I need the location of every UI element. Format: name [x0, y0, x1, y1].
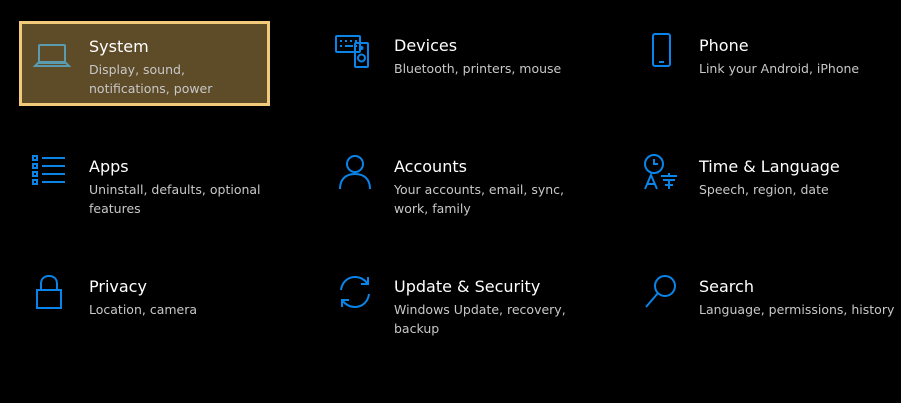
list-icon [29, 152, 69, 192]
laptop-icon [32, 36, 72, 76]
tile-description: Speech, region, date [699, 182, 829, 197]
tile-title: Devices [394, 36, 458, 55]
tile-accounts[interactable]: Accounts Your accounts, email, sync, wor… [325, 142, 585, 227]
tile-description: Link your Android, iPhone [699, 61, 860, 76]
tile-title: Phone [699, 36, 749, 55]
tile-time-language[interactable]: Time & Language Speech, region, date [635, 142, 897, 227]
tile-title: Privacy [89, 277, 147, 296]
tile-update-security[interactable]: Update & Security Windows Update, recove… [325, 262, 585, 347]
tile-phone[interactable]: Phone Link your Android, iPhone [635, 21, 897, 106]
tile-description: Windows Update, recovery, backup [394, 302, 566, 336]
tile-description: Uninstall, defaults, optional features [89, 182, 261, 216]
clock-language-icon [641, 152, 681, 192]
tile-title: System [89, 37, 149, 56]
tile-search[interactable]: Search Language, permissions, history [635, 262, 897, 347]
tile-description: Location, camera [89, 302, 198, 317]
phone-icon [641, 31, 681, 71]
tile-description: Bluetooth, printers, mouse [394, 61, 562, 76]
tile-title: Time & Language [699, 157, 840, 176]
tile-description: Display, sound, notifications, power [89, 62, 213, 96]
settings-grid: System Display, sound, notifications, po… [0, 0, 901, 403]
tile-devices[interactable]: Devices Bluetooth, printers, mouse [325, 21, 585, 106]
tile-description: Your accounts, email, sync, work, family [394, 182, 565, 216]
search-icon [641, 272, 681, 312]
tile-title: Accounts [394, 157, 467, 176]
tile-title: Apps [89, 157, 129, 176]
tile-title: Update & Security [394, 277, 541, 296]
tile-description: Language, permissions, history [699, 302, 895, 317]
tile-apps[interactable]: Apps Uninstall, defaults, optional featu… [19, 142, 270, 227]
lock-icon [29, 272, 69, 312]
tile-title: Search [699, 277, 754, 296]
refresh-icon [335, 272, 375, 312]
tile-privacy[interactable]: Privacy Location, camera [19, 262, 270, 347]
tile-system[interactable]: System Display, sound, notifications, po… [19, 21, 270, 106]
keyboard-speaker-icon [333, 31, 373, 71]
person-icon [335, 152, 375, 192]
